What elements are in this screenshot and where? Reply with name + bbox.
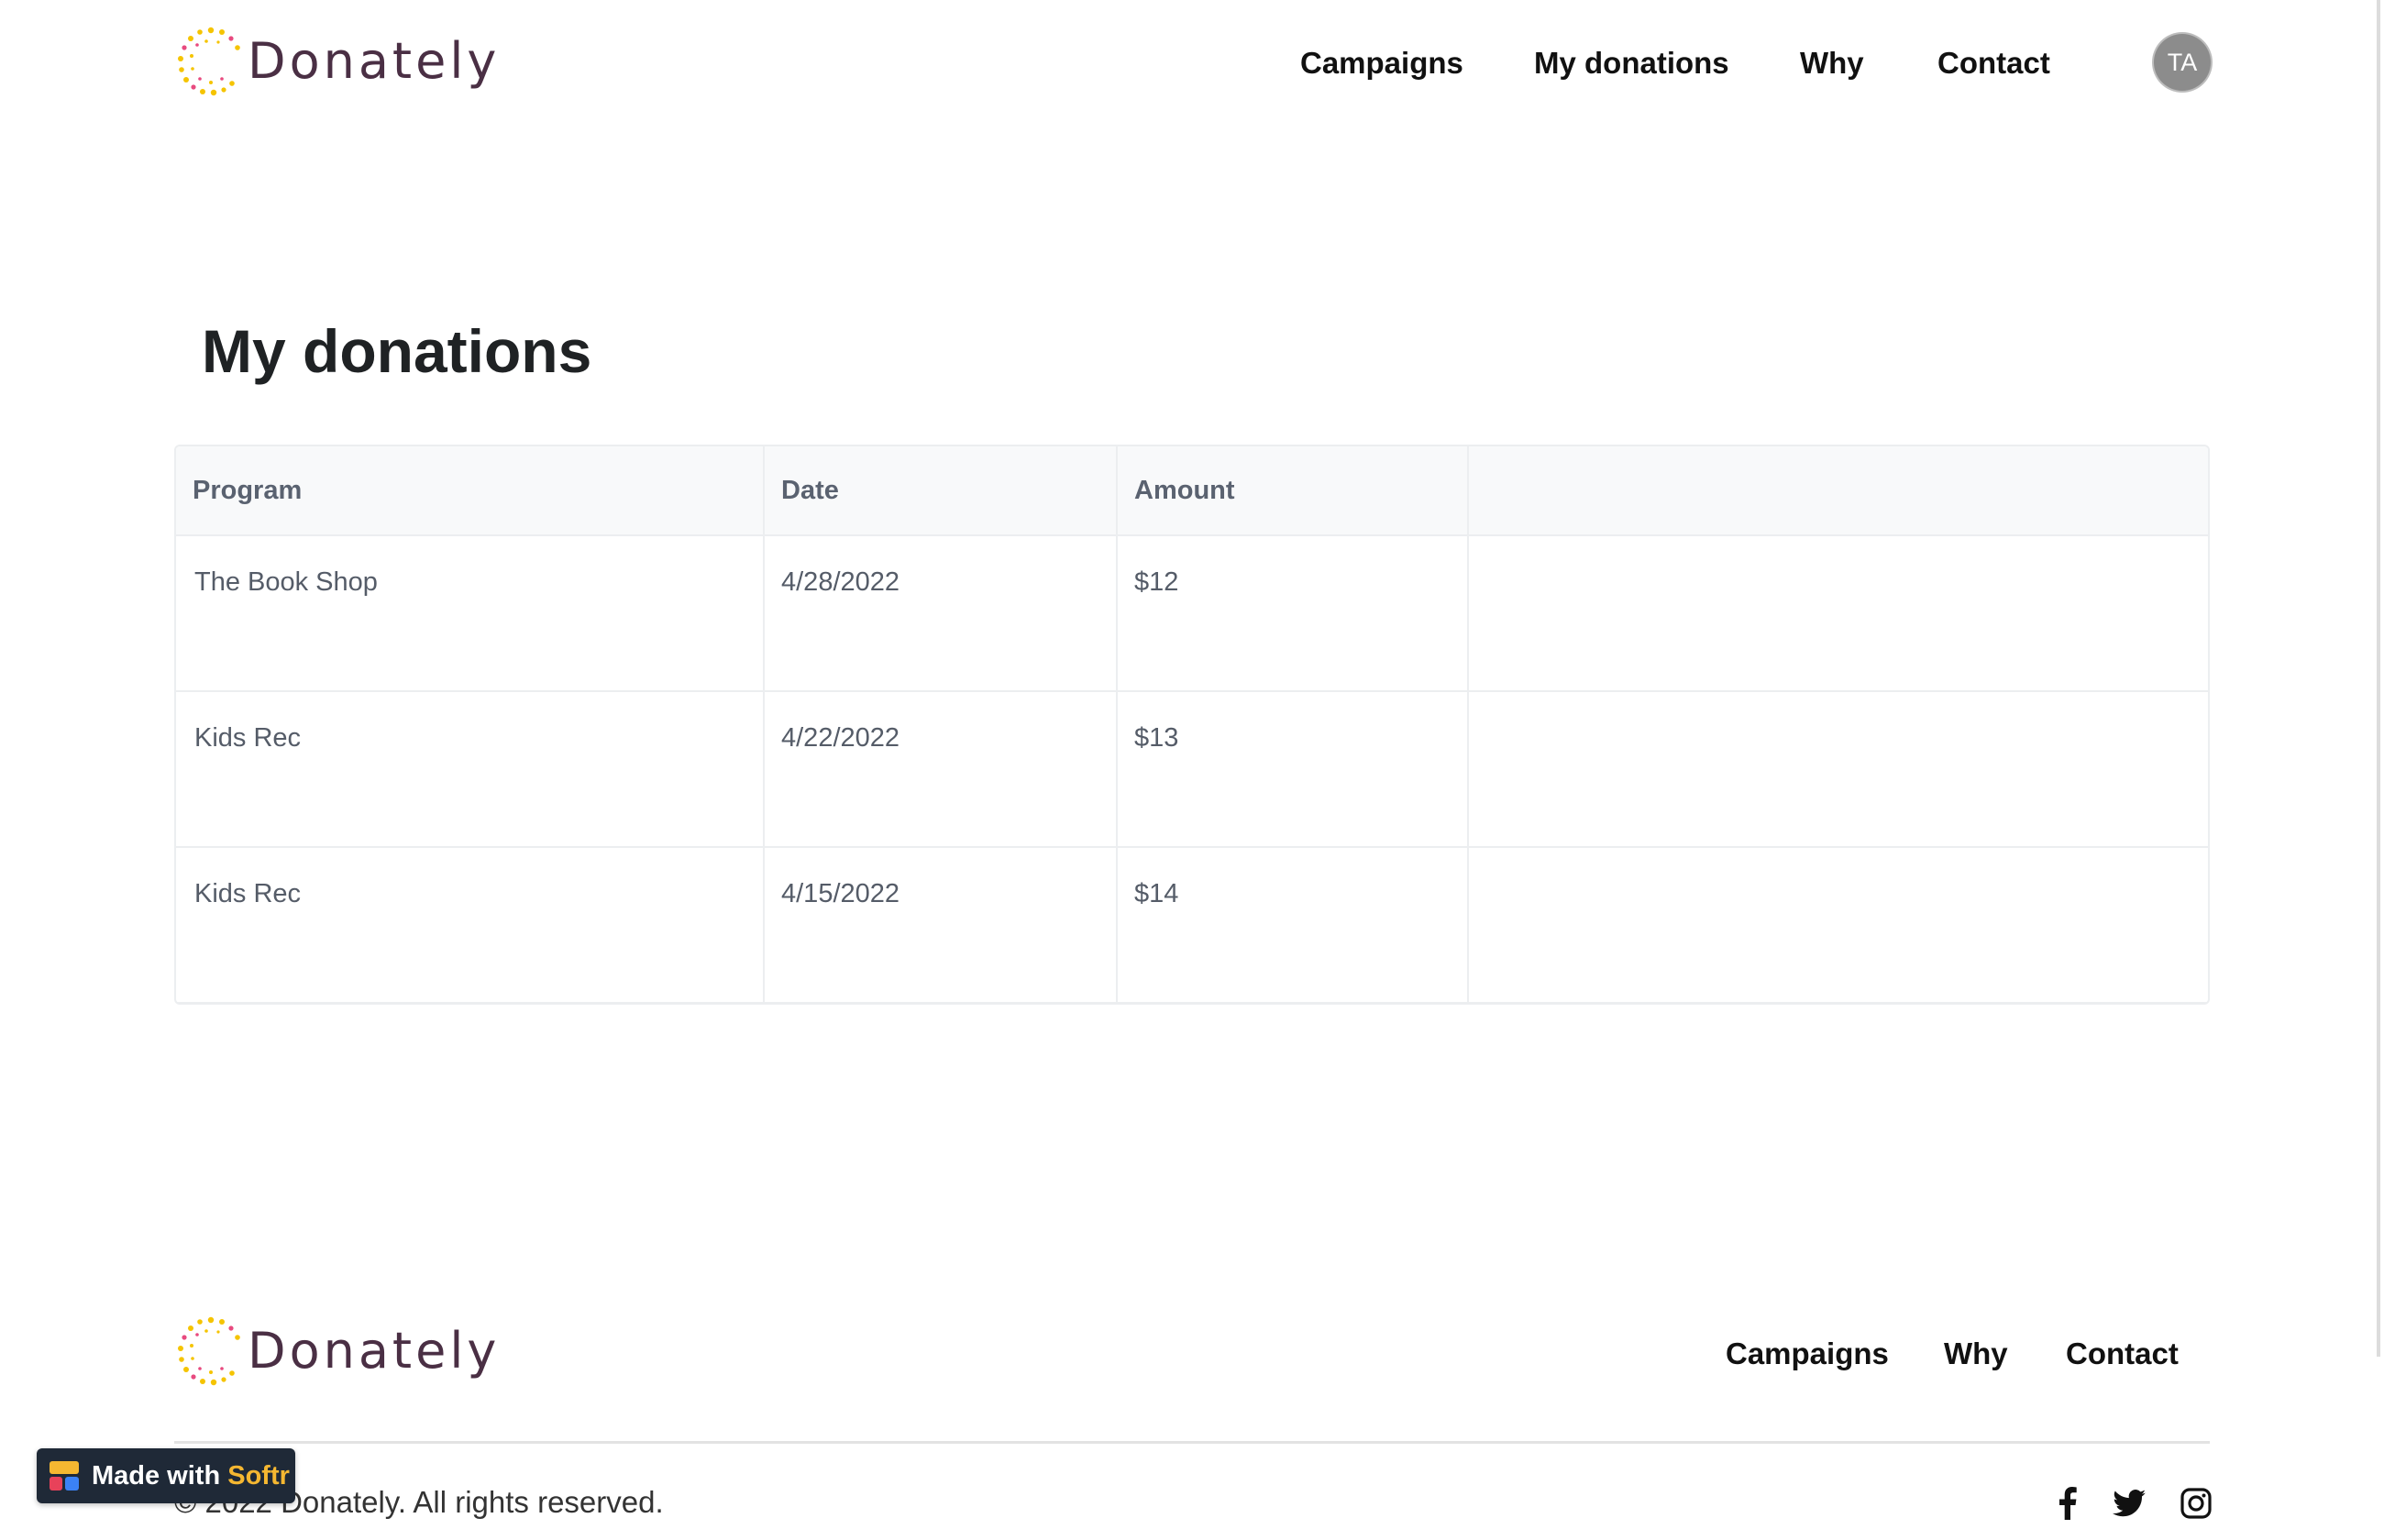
column-header-amount[interactable]: Amount — [1134, 446, 1235, 534]
donately-logo-icon — [174, 25, 248, 98]
column-header-date[interactable]: Date — [781, 446, 839, 534]
cell-amount: $14 — [1134, 879, 1179, 908]
cell-program: Kids Rec — [194, 723, 302, 753]
made-with-softr-badge[interactable]: Made with Softr — [37, 1448, 295, 1503]
table-header: Program Date Amount — [176, 446, 2208, 536]
badge-brand: Softr — [227, 1460, 290, 1490]
scrollbar[interactable] — [2377, 0, 2380, 1357]
footer-divider — [174, 1441, 2210, 1444]
donations-table: Program Date Amount The Book Shop 4/28/2… — [174, 445, 2210, 1005]
footer-nav-contact[interactable]: Contact — [2066, 1338, 2179, 1369]
user-avatar[interactable]: TA — [2154, 34, 2211, 91]
badge-prefix: Made with — [92, 1460, 228, 1490]
footer-nav-why[interactable]: Why — [1944, 1338, 2008, 1369]
cell-amount: $13 — [1134, 723, 1179, 753]
table-row[interactable]: Kids Rec 4/22/2022 $13 — [176, 692, 2208, 848]
header-logo[interactable]: Donately — [174, 25, 500, 98]
cell-date: 4/15/2022 — [781, 879, 900, 908]
column-header-program[interactable]: Program — [193, 446, 302, 534]
facebook-icon[interactable] — [2049, 1485, 2086, 1522]
cell-date: 4/28/2022 — [781, 567, 900, 597]
column-divider — [763, 446, 765, 1003]
nav-why[interactable]: Why — [1800, 48, 1864, 78]
twitter-icon[interactable] — [2111, 1485, 2147, 1522]
column-divider — [1467, 446, 1469, 1003]
cell-program: The Book Shop — [194, 567, 378, 597]
nav-my-donations[interactable]: My donations — [1534, 48, 1729, 78]
softr-logo-icon — [50, 1461, 79, 1490]
instagram-icon[interactable] — [2178, 1485, 2214, 1522]
cell-program: Kids Rec — [194, 879, 302, 908]
badge-text: Made with Softr — [92, 1461, 290, 1491]
page-title: My donations — [202, 317, 592, 385]
brand-name: Donately — [248, 32, 501, 90]
table-row[interactable]: The Book Shop 4/28/2022 $12 — [176, 536, 2208, 692]
nav-campaigns[interactable]: Campaigns — [1300, 48, 1463, 78]
cell-amount: $12 — [1134, 567, 1179, 597]
column-divider — [1116, 446, 1118, 1003]
donately-logo-icon — [174, 1314, 248, 1388]
footer-logo[interactable]: Donately — [174, 1314, 500, 1388]
nav-contact[interactable]: Contact — [1937, 48, 2050, 78]
footer-nav-campaigns[interactable]: Campaigns — [1726, 1338, 1889, 1369]
table-row[interactable]: Kids Rec 4/15/2022 $14 — [176, 848, 2208, 1003]
cell-date: 4/22/2022 — [781, 723, 900, 753]
brand-name: Donately — [248, 1322, 501, 1380]
